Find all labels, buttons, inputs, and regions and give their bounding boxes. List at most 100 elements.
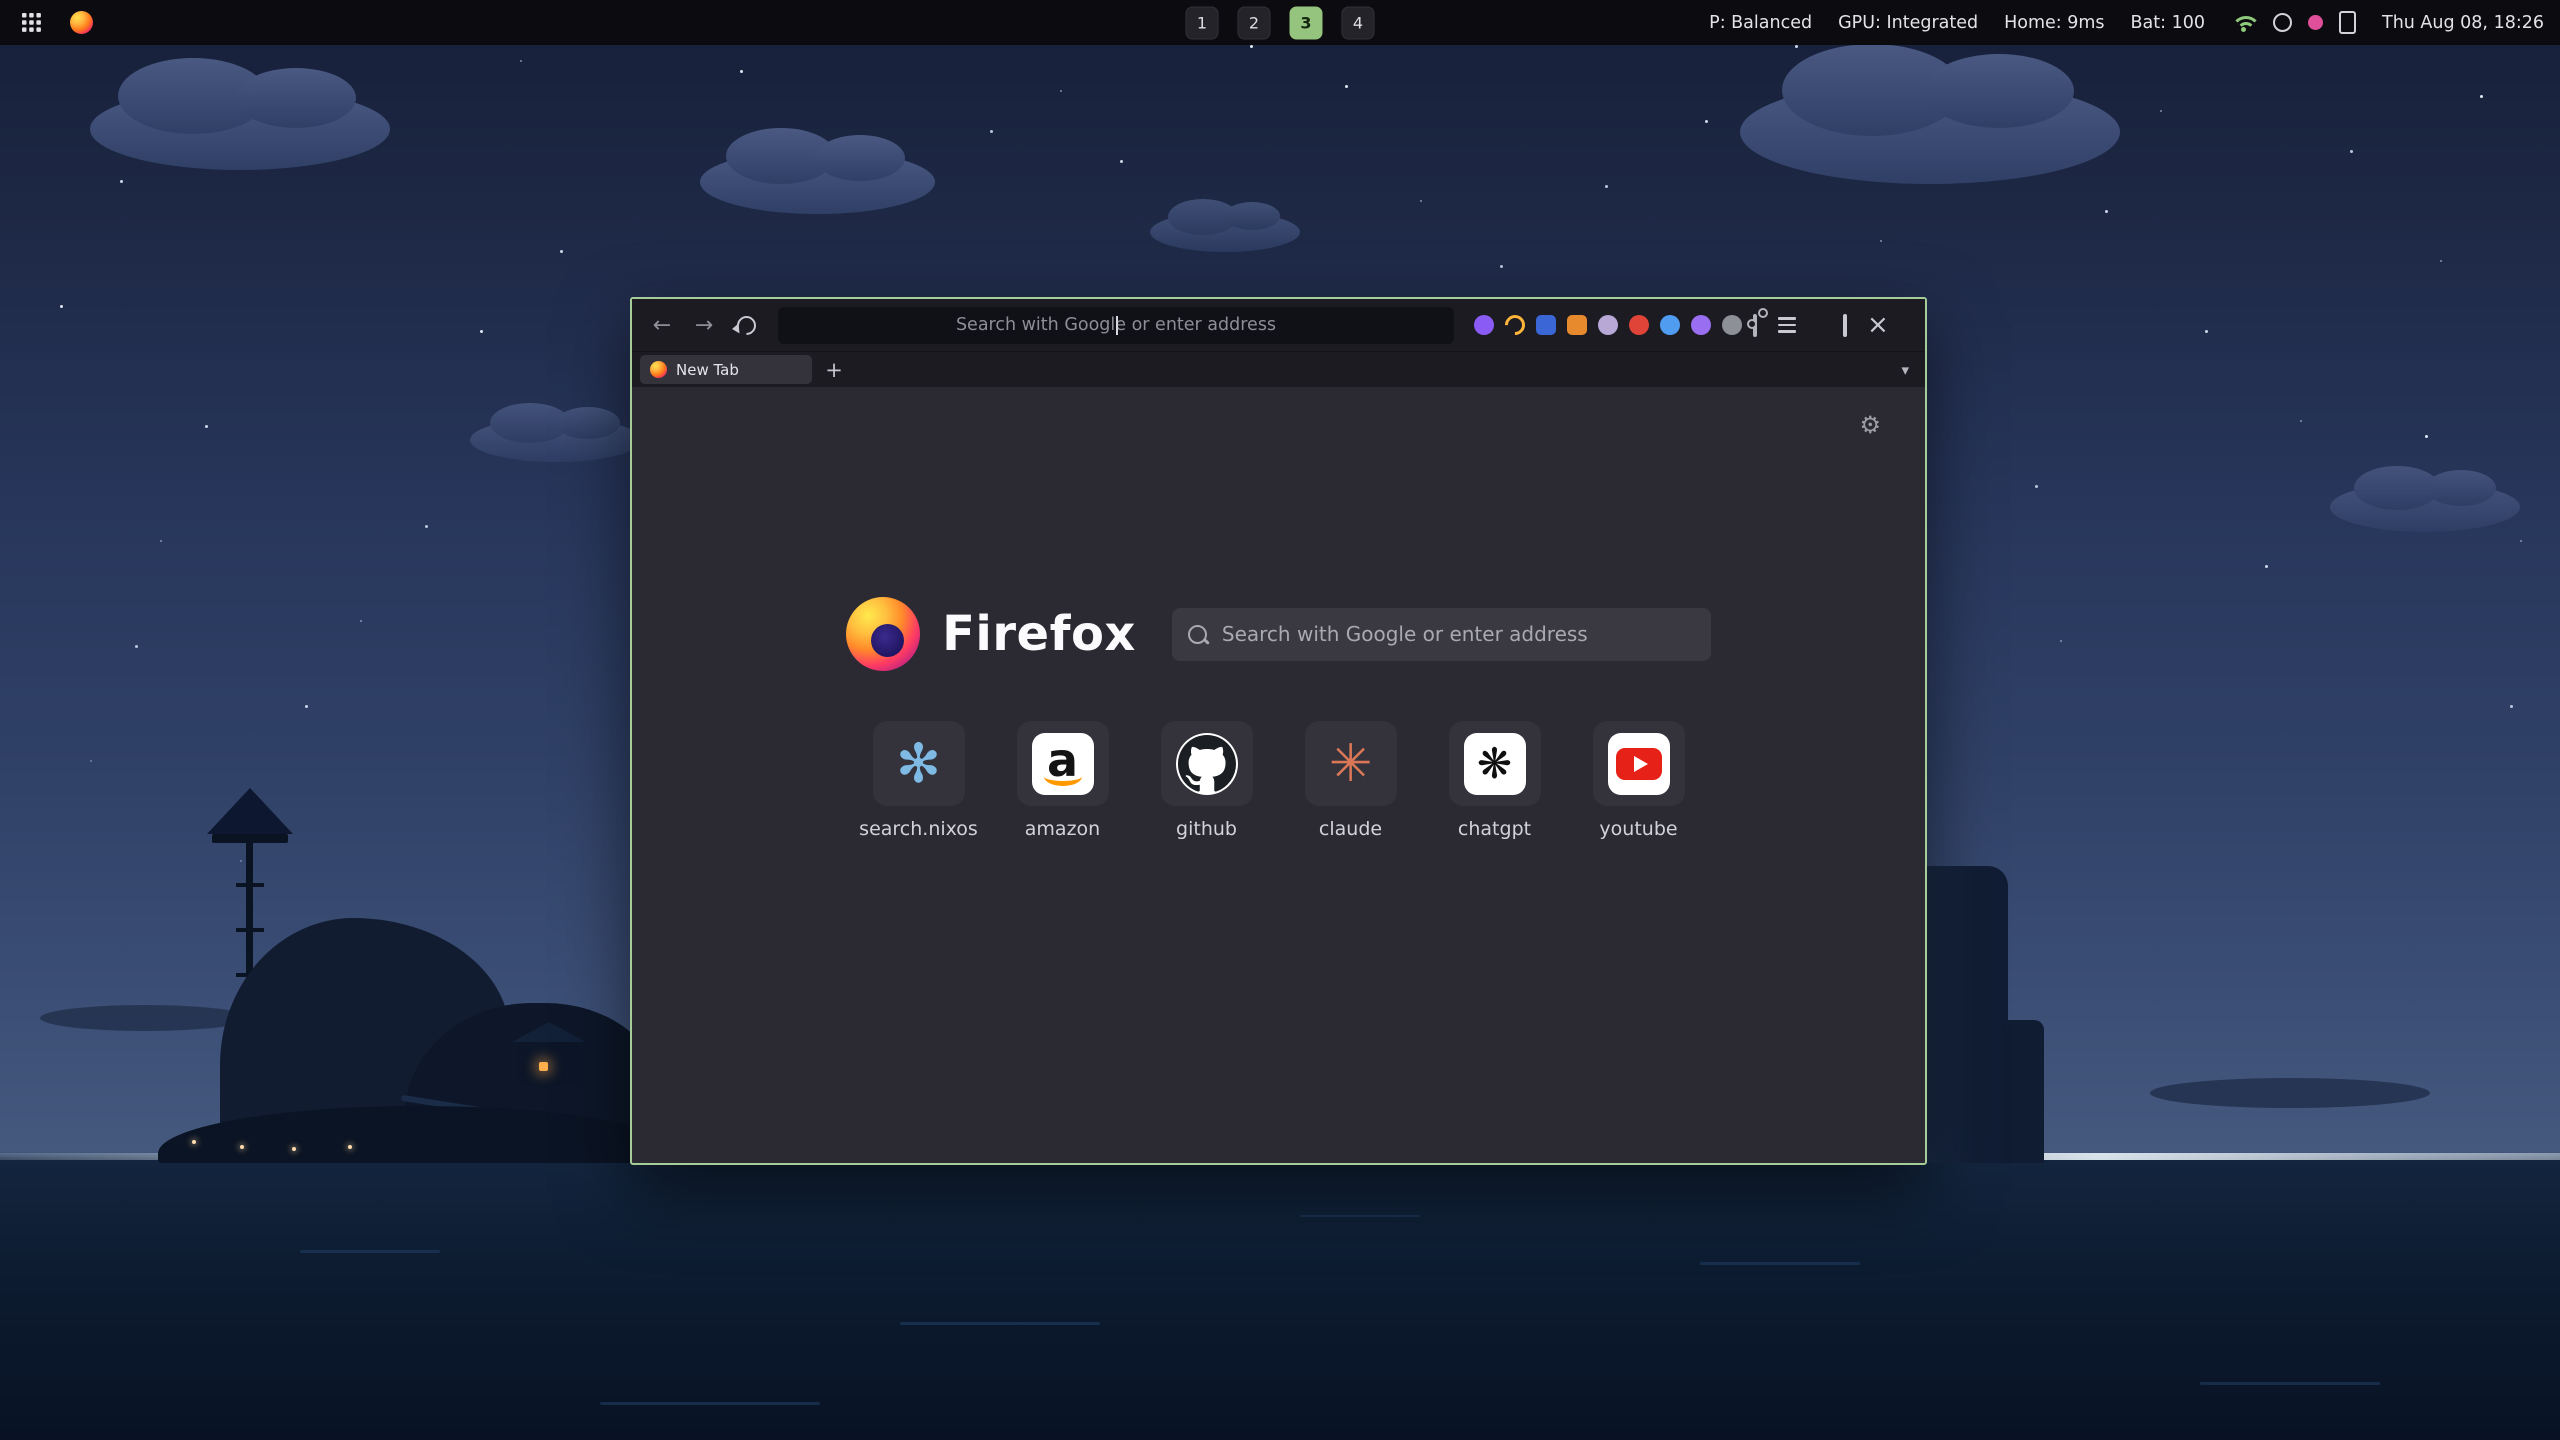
- extension-icon-5[interactable]: [1598, 315, 1618, 335]
- personalize-gear-icon[interactable]: ⚙: [1859, 411, 1881, 439]
- wave: [1300, 1215, 1420, 1217]
- app-launcher-icon[interactable]: [16, 8, 46, 38]
- youtube-play-icon: [1616, 748, 1662, 780]
- shortcut-label: search.nixos: [859, 818, 978, 840]
- shortcut-chatgpt[interactable]: ❋ chatgpt: [1449, 721, 1541, 840]
- extension-icon-4[interactable]: [1567, 315, 1587, 335]
- topbar-right: P: Balanced GPU: Integrated Home: 9ms Ba…: [1709, 11, 2544, 34]
- menu-button[interactable]: [1769, 307, 1805, 343]
- hamburger-icon: [1778, 317, 1796, 333]
- shortcut-claude[interactable]: ✳ claude: [1305, 721, 1397, 840]
- topbar-left: [16, 8, 96, 38]
- shortcut-label: chatgpt: [1458, 818, 1531, 840]
- sea-stack-rock-small: [2002, 1020, 2044, 1163]
- cloud: [1150, 212, 1300, 252]
- island-silhouette: [150, 788, 690, 1163]
- extension-icon-3[interactable]: [1536, 315, 1556, 335]
- power-profile-label: P: Balanced: [1709, 13, 1812, 33]
- wifi-icon[interactable]: [2231, 13, 2257, 32]
- shortcut-tiles: ✻ search.nixos a amazon: [632, 721, 1925, 840]
- shortcut-label: claude: [1319, 818, 1382, 840]
- tab-title: New Tab: [676, 361, 739, 379]
- back-button[interactable]: ←: [644, 307, 680, 343]
- shortcut-search-nixos[interactable]: ✻ search.nixos: [873, 721, 965, 840]
- wave: [600, 1402, 820, 1405]
- extension-icon-8[interactable]: [1691, 315, 1711, 335]
- amazon-smile-icon: [1044, 767, 1082, 786]
- claude-starburst-icon: ✳: [1329, 738, 1373, 790]
- workspace-switcher: 1 2 3 4: [1186, 6, 1375, 39]
- cloud: [1740, 80, 2120, 184]
- newtab-hero: Firefox: [632, 597, 1925, 671]
- shortcut-label: youtube: [1599, 818, 1677, 840]
- firefox-window: ← → Search with Google or enter address …: [630, 297, 1927, 1165]
- extension-icons: [1474, 315, 1757, 335]
- workspace-button-3-active[interactable]: 3: [1290, 6, 1323, 39]
- maximize-button[interactable]: [1843, 316, 1847, 335]
- workspace-button-4[interactable]: 4: [1342, 6, 1375, 39]
- cloud: [2330, 482, 2520, 532]
- firefox-wordmark: Firefox: [942, 606, 1136, 662]
- shortcut-github[interactable]: github: [1161, 721, 1253, 840]
- url-bar[interactable]: Search with Google or enter address: [778, 307, 1454, 344]
- battery-label: Bat: 100: [2131, 13, 2205, 33]
- newtab-search-box[interactable]: [1172, 608, 1711, 661]
- extensions-puzzle-button[interactable]: [1753, 316, 1757, 335]
- extension-icon-2[interactable]: [1501, 311, 1529, 339]
- new-tab-button[interactable]: +: [820, 356, 848, 384]
- firefox-launcher-icon[interactable]: [66, 8, 96, 38]
- cloud: [700, 150, 935, 214]
- tab-bar: New Tab + ▾: [632, 352, 1925, 387]
- tab-new-tab[interactable]: New Tab: [640, 355, 812, 384]
- youtube-icon: [1608, 733, 1670, 795]
- extension-icon-7[interactable]: [1660, 315, 1680, 335]
- extension-icon-6[interactable]: [1629, 315, 1649, 335]
- device-icon[interactable]: [2339, 11, 2356, 34]
- top-status-bar: 1 2 3 4 P: Balanced GPU: Integrated Home…: [0, 0, 2560, 45]
- shortcut-amazon[interactable]: a amazon: [1017, 721, 1109, 840]
- extension-icon-1[interactable]: [1474, 315, 1494, 335]
- new-tab-page: ⚙ Firefox ✻ search.nixos a: [632, 387, 1925, 1163]
- status-circle-icon[interactable]: [2273, 13, 2292, 32]
- gpu-status-label: GPU: Integrated: [1838, 13, 1978, 33]
- status-icons: [2231, 11, 2356, 34]
- reload-button[interactable]: [728, 307, 764, 343]
- workspace-button-2[interactable]: 2: [1238, 6, 1271, 39]
- wave: [2200, 1382, 2380, 1385]
- watchtower-roof: [207, 788, 293, 834]
- maximize-icon: [1843, 314, 1847, 337]
- cloud: [470, 418, 642, 462]
- wave: [300, 1250, 440, 1253]
- amazon-icon: a: [1032, 733, 1094, 795]
- cloud: [90, 88, 390, 170]
- shortcut-label: amazon: [1025, 818, 1100, 840]
- list-all-tabs-chevron[interactable]: ▾: [1893, 361, 1917, 379]
- reload-icon: [733, 312, 760, 339]
- search-input[interactable]: [1220, 621, 1695, 647]
- latency-label: Home: 9ms: [2004, 13, 2104, 33]
- close-button[interactable]: ×: [1867, 312, 1889, 338]
- search-icon: [1188, 625, 1207, 644]
- cloud-low: [2150, 1078, 2430, 1108]
- workspace-button-1[interactable]: 1: [1186, 6, 1219, 39]
- wave: [900, 1322, 1100, 1325]
- shortcut-label: github: [1176, 818, 1237, 840]
- chatgpt-knot-icon: ❋: [1464, 733, 1526, 795]
- firefox-favicon-icon: [650, 361, 667, 378]
- firefox-logo: [846, 597, 920, 671]
- puzzle-icon: [1753, 314, 1757, 337]
- grid-icon: [22, 13, 41, 32]
- firefox-icon: [70, 11, 93, 34]
- wave: [1700, 1262, 1860, 1265]
- accent-dot-icon[interactable]: [2308, 15, 2323, 30]
- forward-button[interactable]: →: [686, 307, 722, 343]
- github-octocat-icon: [1176, 733, 1238, 795]
- nixos-snowflake-icon: ✻: [896, 737, 941, 791]
- text-caret: [1116, 316, 1118, 335]
- window-controls: ×: [1823, 312, 1893, 338]
- extension-icon-9[interactable]: [1722, 315, 1742, 335]
- clock: Thu Aug 08, 18:26: [2382, 13, 2544, 33]
- island-hut: [518, 1040, 580, 1086]
- hut-lit-window: [539, 1062, 548, 1071]
- shortcut-youtube[interactable]: youtube: [1593, 721, 1685, 840]
